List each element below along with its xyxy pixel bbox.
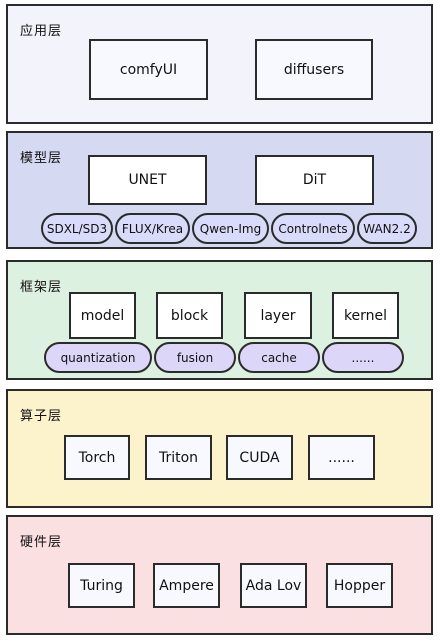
- tag-quantization: quantization: [44, 342, 152, 373]
- layer-title: 框架层: [20, 280, 63, 295]
- framework-layer: 框架层 model block layer kernel quantizatio…: [6, 260, 433, 380]
- hopper-box: Hopper: [326, 563, 393, 608]
- ampere-box: Ampere: [153, 563, 220, 608]
- torch-box: Torch: [64, 435, 130, 480]
- cuda-box: CUDA: [226, 435, 293, 480]
- layer-title: 模型层: [20, 151, 63, 166]
- triton-box: Triton: [145, 435, 212, 480]
- more-box: ......: [308, 435, 375, 480]
- model-box: model: [69, 292, 136, 339]
- block-box: block: [156, 292, 223, 339]
- tag-more: ......: [322, 342, 404, 373]
- kernel-box: kernel: [332, 292, 399, 339]
- layer-box: layer: [244, 292, 312, 339]
- operator-layer: 算子层 Torch Triton CUDA ......: [6, 389, 433, 508]
- application-layer: 应用层 comfyUI diffusers: [6, 4, 433, 124]
- layer-title: 硬件层: [20, 535, 63, 550]
- tag-wan2-2: WAN2.2: [357, 213, 417, 244]
- turing-box: Turing: [68, 563, 135, 608]
- layer-title: 应用层: [20, 24, 63, 39]
- layer-title: 算子层: [20, 409, 63, 424]
- tag-controlnets: Controlnets: [271, 213, 355, 244]
- tag-qwen-img: Qwen-Img: [192, 213, 269, 244]
- comfyui-box: comfyUI: [89, 39, 208, 100]
- tag-sdxl-sd3: SDXL/SD3: [41, 213, 113, 244]
- diffusers-box: diffusers: [255, 39, 373, 100]
- dit-box: DiT: [255, 155, 374, 205]
- unet-box: UNET: [88, 155, 207, 205]
- hardware-layer: 硬件层 Turing Ampere Ada Lov Hopper: [6, 515, 433, 635]
- tag-cache: cache: [238, 342, 320, 373]
- ada-lov-box: Ada Lov: [240, 563, 307, 608]
- tag-fusion: fusion: [154, 342, 236, 373]
- model-layer: 模型层 UNET DiT SDXL/SD3 FLUX/Krea Qwen-Img…: [6, 131, 433, 249]
- tag-flux-krea: FLUX/Krea: [115, 213, 190, 244]
